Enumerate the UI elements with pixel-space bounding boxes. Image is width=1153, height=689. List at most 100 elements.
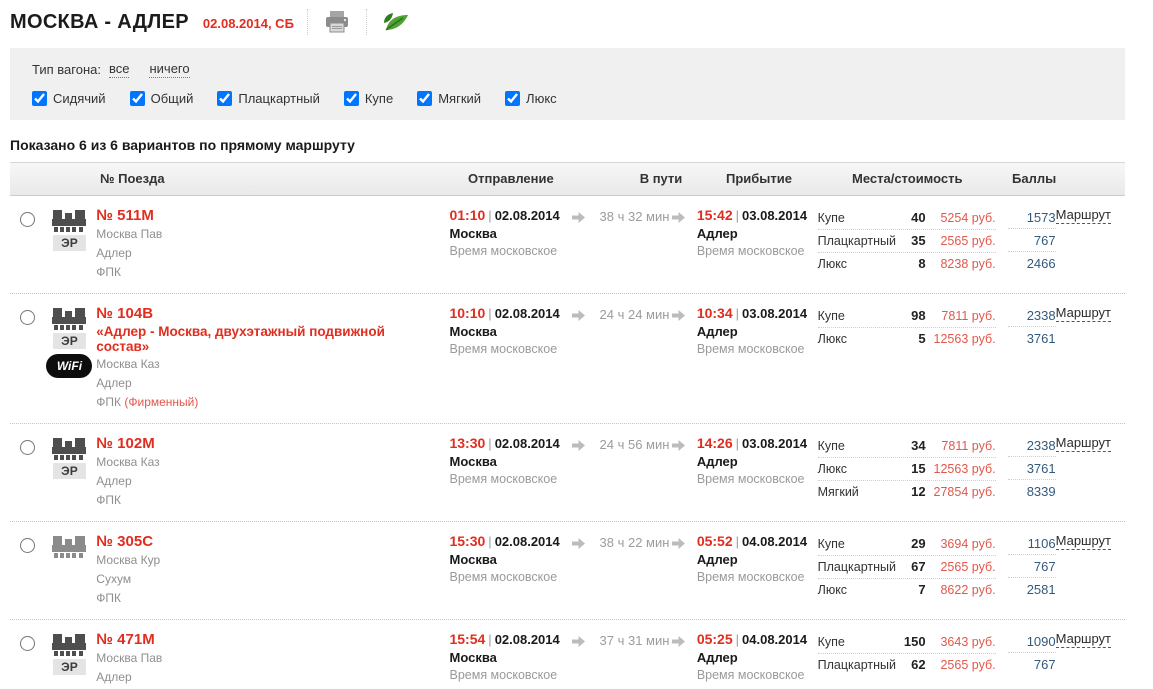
seat-class: Плацкартный [818, 231, 898, 252]
departure-time: 15:54 [449, 631, 485, 647]
arrow-right-icon [672, 533, 697, 607]
vagon-checkbox[interactable] [217, 91, 232, 106]
seat-class: Купе [818, 632, 898, 653]
vagon-checkbox[interactable] [344, 91, 359, 106]
vagon-checkbox[interactable] [130, 91, 145, 106]
seat-points: 1106 [1008, 533, 1056, 555]
departure-time: 15:30 [449, 533, 485, 549]
seat-points: 1090 [1008, 631, 1056, 653]
seat-class: Купе [818, 208, 898, 229]
select-none-link[interactable]: ничего [149, 61, 189, 78]
seat-points: 767 [1008, 654, 1056, 675]
from-station: Москва Каз [96, 453, 439, 471]
seat-main: Люкс 15 12563 руб. [818, 458, 996, 481]
train-number-link[interactable]: № 471М [96, 631, 439, 648]
seat-class-row: Плацкартный 67 2565 руб. 767 [818, 556, 1056, 579]
route-link[interactable]: Маршрут [1056, 305, 1111, 322]
arrival-timezone: Время московское [697, 570, 818, 584]
arrival-date: 04.08.2014 [742, 632, 807, 647]
train-info-cell: № 102М Москва Каз Адлер ФПК [96, 435, 449, 509]
carrier: ФПК [96, 265, 121, 279]
vagon-filter-item: Купе [344, 91, 393, 106]
departure-time: 13:30 [449, 435, 485, 451]
vagon-checkbox-label: Плацкартный [238, 91, 320, 106]
seat-main: Мягкий 12 27854 руб. [818, 481, 996, 503]
train-list: ЭР WiFi № 511М Москва Пав Адлер ФПК 01:1… [10, 196, 1125, 689]
vagon-checkbox[interactable] [417, 91, 432, 106]
table-header: № Поезда Отправление В пути Прибытие Мес… [10, 162, 1125, 196]
arrival-cell: 05:2504.08.2014 Адлер Время московское [697, 631, 818, 689]
departure-city: Москва [449, 324, 572, 339]
departure-city: Москва [449, 650, 572, 665]
vagon-filter-item: Мягкий [417, 91, 481, 106]
er-badge: ЭР [53, 463, 86, 479]
departure-cell: 15:3002.08.2014 Москва Время московское [449, 533, 572, 607]
to-station: Сухум [96, 570, 439, 588]
route-link[interactable]: Маршрут [1056, 207, 1111, 224]
train-radio[interactable] [20, 310, 35, 325]
train-number-link[interactable]: № 102М [96, 435, 439, 452]
icon-cell: ЭР WiFi [43, 207, 97, 281]
trip-duration: 24 ч 56 мин [597, 435, 672, 509]
seat-price: 7811 руб. [926, 436, 996, 457]
select-all-link[interactable]: все [109, 61, 130, 78]
train-info-cell: № 471М Москва Пав Адлер ФПК [96, 631, 449, 689]
train-radio[interactable] [20, 440, 35, 455]
seat-count: 12 [898, 481, 926, 502]
seat-class: Люкс [818, 329, 898, 350]
leaf-icon[interactable] [380, 8, 412, 36]
seat-price: 3694 руб. [926, 534, 996, 555]
departure-city: Москва [449, 552, 572, 567]
vagon-filter-row: Сидячий Общий Плацкартный Купе Мягкий Лю… [32, 91, 1103, 106]
separator [485, 534, 494, 549]
separator [733, 436, 742, 451]
arrival-timezone: Время московское [697, 472, 818, 486]
results-summary: Показано 6 из 6 вариантов по прямому мар… [10, 137, 1125, 153]
departure-timezone: Время московское [449, 472, 572, 486]
vagon-checkbox[interactable] [32, 91, 47, 106]
column-header-points: Баллы [1012, 171, 1080, 186]
route-link[interactable]: Маршрут [1056, 435, 1111, 452]
train-radio[interactable] [20, 538, 35, 553]
route-link[interactable]: Маршрут [1056, 533, 1111, 550]
seat-main: Купе 150 3643 руб. [818, 631, 996, 654]
departure-city: Москва [449, 226, 572, 241]
seat-class: Купе [818, 306, 898, 327]
seat-count: 8 [898, 253, 926, 274]
seat-class: Плацкартный [818, 557, 898, 578]
train-number-link[interactable]: № 104В [96, 305, 439, 322]
train-subtitle: «Адлер - Москва, двухэтажный подвижной с… [96, 324, 439, 354]
separator [733, 208, 742, 223]
seat-main: Плацкартный 67 2565 руб. [818, 556, 996, 579]
train-radio[interactable] [20, 636, 35, 651]
train-number-link[interactable]: № 511М [96, 207, 439, 224]
train-info-cell: № 104В «Адлер - Москва, двухэтажный подв… [96, 305, 449, 411]
arrival-time: 10:34 [697, 305, 733, 321]
arrival-cell: 10:3403.08.2014 Адлер Время московское [697, 305, 818, 411]
arrival-timezone: Время московское [697, 244, 818, 258]
to-station: Адлер [96, 244, 439, 262]
arrival-date: 03.08.2014 [742, 208, 807, 223]
seat-main: Люкс 8 8238 руб. [818, 253, 996, 275]
route-cell: Маршрут [1056, 207, 1125, 281]
vagon-checkbox-label: Сидячий [53, 91, 106, 106]
seat-class-row: Люкс 15 12563 руб. 3761 [818, 458, 1056, 481]
to-station: Адлер [96, 374, 439, 392]
train-radio[interactable] [20, 212, 35, 227]
arrival-time: 14:26 [697, 435, 733, 451]
arrival-date: 03.08.2014 [742, 436, 807, 451]
train-row: ЭР WiFi № 471М Москва Пав Адлер ФПК 15:5… [10, 620, 1125, 689]
train-row: ЭР WiFi № 102М Москва Каз Адлер ФПК 13:3… [10, 424, 1125, 522]
printer-icon[interactable] [321, 8, 353, 36]
radio-cell [10, 631, 43, 689]
seats-list: Купе 150 3643 руб. 1090 Плацкартный 62 2… [818, 631, 1056, 689]
route-link[interactable]: Маршрут [1056, 631, 1111, 648]
seat-main: Люкс 7 8622 руб. [818, 579, 996, 601]
seat-class-row: Люкс 7 8622 руб. 2581 [818, 579, 1056, 601]
departure-time: 10:10 [449, 305, 485, 321]
seat-class-row: Купе 29 3694 руб. 1106 [818, 533, 1056, 556]
vagon-checkbox-label: Купе [365, 91, 393, 106]
vagon-checkbox[interactable] [505, 91, 520, 106]
arrow-right-icon [572, 207, 597, 281]
train-number-link[interactable]: № 305С [96, 533, 439, 550]
